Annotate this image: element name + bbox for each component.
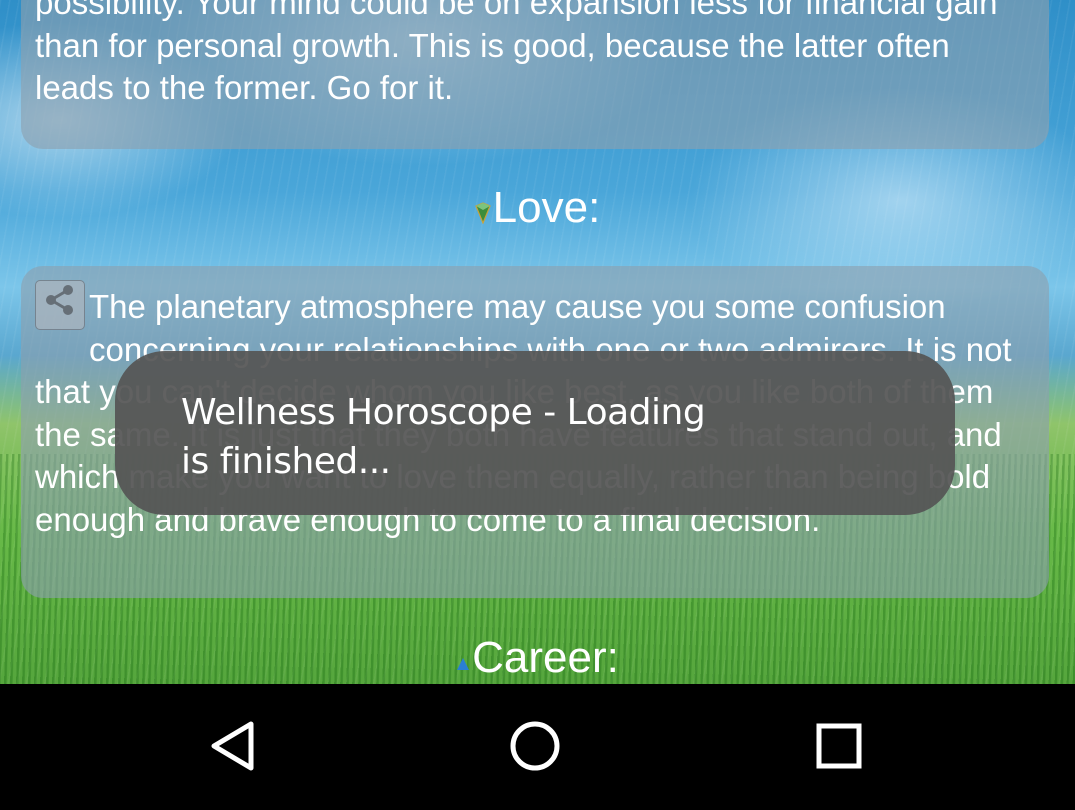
career-heading: Career: (0, 630, 1075, 686)
toast-notification: Wellness Horoscope - Loading is finished… (115, 351, 955, 515)
system-navigation-bar (0, 684, 1075, 810)
finance-card: possibility. Your mind could be on expan… (21, 0, 1049, 149)
recents-square-icon (815, 722, 863, 775)
career-heading-label: Career: (472, 633, 619, 682)
home-button[interactable] (500, 716, 570, 780)
love-heading-label: Love: (492, 183, 601, 232)
love-heading: Love: (0, 180, 1075, 236)
finance-text: possibility. Your mind could be on expan… (35, 0, 998, 106)
back-button[interactable] (198, 716, 268, 780)
recents-button[interactable] (804, 716, 874, 780)
green-gem-icon (474, 182, 491, 238)
share-button[interactable] (35, 280, 85, 330)
toast-message: Wellness Horoscope - Loading is finished… (181, 392, 706, 482)
back-triangle-icon (209, 720, 257, 777)
blue-gem-icon (456, 632, 470, 688)
home-circle-icon (508, 719, 562, 778)
share-icon (43, 283, 77, 328)
